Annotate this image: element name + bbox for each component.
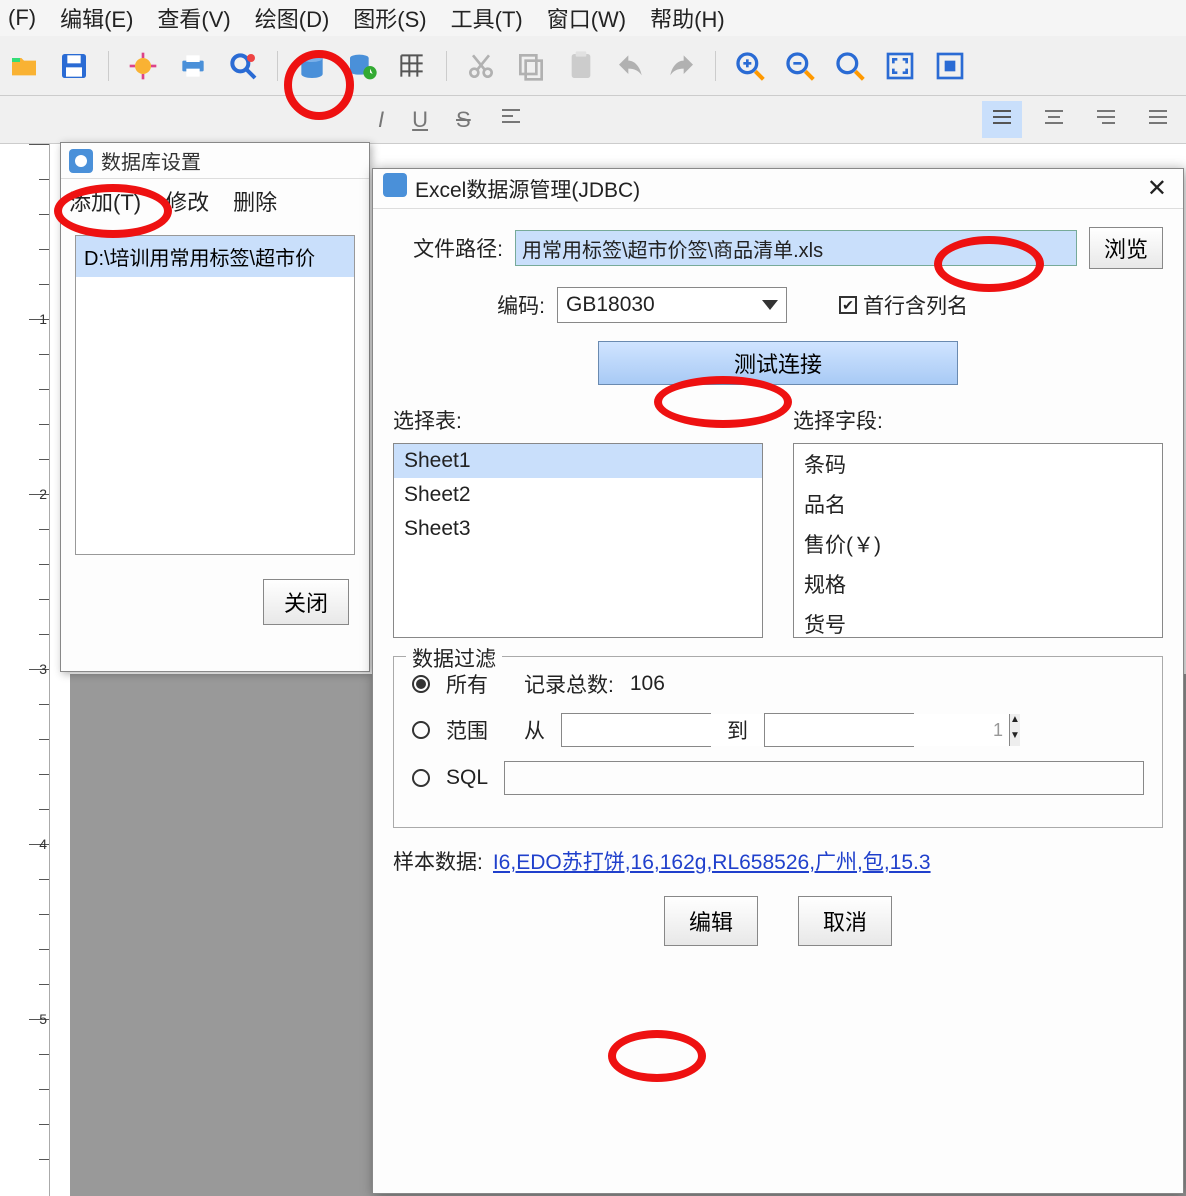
format-toolbar: I U S — [0, 96, 1186, 144]
filter-all-label: 所有 — [446, 669, 488, 699]
modify-button[interactable]: 修改 — [165, 185, 209, 217]
settings-icon[interactable] — [127, 50, 159, 82]
radio-range[interactable] — [412, 721, 430, 739]
dlg2-title-text: Excel数据源管理(JDBC) — [415, 179, 640, 202]
dlg1-title-text: 数据库设置 — [101, 146, 201, 175]
add-button[interactable]: 添加(T) — [69, 185, 141, 217]
close-icon[interactable]: ✕ — [1141, 174, 1173, 203]
database-settings-dialog: 数据库设置 添加(T) 修改 删除 D:\培训用常用标签\超市价 关闭 — [60, 142, 370, 672]
to-input[interactable]: ▲▼ — [764, 713, 914, 747]
menu-edit[interactable]: 编辑(E) — [60, 2, 133, 34]
undo-icon[interactable] — [615, 50, 647, 82]
table-item[interactable]: Sheet2 — [394, 478, 762, 512]
cut-icon[interactable] — [465, 50, 497, 82]
sample-label: 样本数据: — [393, 846, 483, 876]
align-v3-icon[interactable] — [1086, 101, 1126, 138]
dlg2-titlebar: Excel数据源管理(JDBC) ✕ — [373, 169, 1183, 209]
field-item[interactable]: 售价(￥) — [794, 524, 1162, 564]
firstrow-label: 首行含列名 — [863, 290, 968, 320]
from-input[interactable]: ▲▼ — [561, 713, 711, 747]
encoding-select[interactable]: GB18030 — [557, 287, 787, 323]
menubar: (F) 编辑(E) 查看(V) 绘图(D) 图形(S) 工具(T) 窗口(W) … — [0, 0, 1186, 36]
align-v4-icon[interactable] — [1138, 101, 1178, 138]
dlg1-icon — [69, 149, 93, 173]
menu-help[interactable]: 帮助(H) — [650, 2, 725, 34]
vertical-ruler: 12345 — [20, 144, 50, 1196]
menu-window[interactable]: 窗口(W) — [547, 2, 626, 34]
fields-listbox[interactable]: 条码 品名 售价(￥) 规格 货号 — [793, 443, 1163, 638]
browse-button[interactable]: 浏览 — [1089, 227, 1163, 269]
underline-icon[interactable]: U — [404, 103, 436, 137]
preview-icon[interactable] — [227, 50, 259, 82]
open-icon[interactable] — [8, 50, 40, 82]
path-label: 文件路径: — [393, 233, 503, 263]
filter-legend: 数据过滤 — [406, 643, 502, 673]
edit-button[interactable]: 编辑 — [664, 896, 758, 946]
chevron-down-icon — [762, 300, 778, 310]
grid-icon[interactable] — [396, 50, 428, 82]
filter-sql-label: SQL — [446, 766, 488, 790]
datasource-list[interactable]: D:\培训用常用标签\超市价 — [75, 235, 355, 555]
record-count-label: 记录总数: — [524, 669, 614, 699]
redo-icon[interactable] — [665, 50, 697, 82]
field-item[interactable]: 品名 — [794, 484, 1162, 524]
datasource-item[interactable]: D:\培训用常用标签\超市价 — [76, 236, 354, 277]
menu-draw[interactable]: 绘图(D) — [255, 2, 330, 34]
print-icon[interactable] — [177, 50, 209, 82]
sql-input[interactable] — [504, 761, 1144, 795]
delete-button[interactable]: 删除 — [233, 185, 277, 217]
zoom-out-icon[interactable] — [784, 50, 816, 82]
actual-size-icon[interactable] — [934, 50, 966, 82]
path-input[interactable]: 用常用标签\超市价签\商品清单.xls — [515, 230, 1077, 266]
filter-group: 数据过滤 所有 记录总数: 106 范围 从 ▲▼ 到 ▲▼ SQL — [393, 656, 1163, 828]
tables-listbox[interactable]: Sheet1 Sheet2 Sheet3 — [393, 443, 763, 638]
select-field-label: 选择字段: — [793, 405, 1163, 435]
table-item[interactable]: Sheet3 — [394, 512, 762, 546]
cancel-button[interactable]: 取消 — [798, 896, 892, 946]
test-connection-button[interactable]: 测试连接 — [598, 341, 958, 385]
filter-range-label: 范围 — [446, 715, 488, 745]
firstrow-checkbox[interactable]: ✔ 首行含列名 — [839, 290, 968, 320]
fullscreen-icon[interactable] — [884, 50, 916, 82]
align-left-icon[interactable] — [491, 101, 531, 138]
zoom-in-icon[interactable] — [734, 50, 766, 82]
dlg2-icon — [383, 173, 407, 197]
menu-shape[interactable]: 图形(S) — [353, 2, 426, 34]
menu-view[interactable]: 查看(V) — [157, 2, 230, 34]
record-count-value: 106 — [630, 672, 665, 696]
dlg1-toolbar: 添加(T) 修改 删除 — [61, 179, 369, 223]
italic-icon[interactable]: I — [370, 103, 392, 137]
paste-icon[interactable] — [565, 50, 597, 82]
excel-jdbc-dialog: Excel数据源管理(JDBC) ✕ 文件路径: 用常用标签\超市价签\商品清单… — [372, 168, 1184, 1194]
table-item[interactable]: Sheet1 — [394, 444, 762, 478]
dlg1-titlebar: 数据库设置 — [61, 143, 369, 179]
close-button[interactable]: 关闭 — [263, 579, 349, 625]
database-icon[interactable] — [296, 50, 328, 82]
database-refresh-icon[interactable] — [346, 50, 378, 82]
menu-file[interactable]: (F) — [8, 5, 36, 31]
from-label: 从 — [524, 715, 545, 745]
radio-all[interactable] — [412, 675, 430, 693]
select-table-label: 选择表: — [393, 405, 763, 435]
save-icon[interactable] — [58, 50, 90, 82]
menu-tools[interactable]: 工具(T) — [451, 2, 523, 34]
strikethrough-icon[interactable]: S — [448, 103, 479, 137]
field-item[interactable]: 货号 — [794, 604, 1162, 638]
main-toolbar — [0, 36, 1186, 96]
align-v2-icon[interactable] — [1034, 101, 1074, 138]
field-item[interactable]: 规格 — [794, 564, 1162, 604]
encoding-label: 编码: — [393, 290, 545, 320]
field-item[interactable]: 条码 — [794, 444, 1162, 484]
encoding-value: GB18030 — [566, 293, 655, 317]
checkbox-icon: ✔ — [839, 296, 857, 314]
sample-data: I6,EDO苏打饼,16,162g,RL658526,广州,包,15.3 — [493, 846, 931, 876]
zoom-fit-icon[interactable] — [834, 50, 866, 82]
align-v1-icon[interactable] — [982, 101, 1022, 138]
radio-sql[interactable] — [412, 769, 430, 787]
copy-icon[interactable] — [515, 50, 547, 82]
to-label: 到 — [727, 715, 748, 745]
